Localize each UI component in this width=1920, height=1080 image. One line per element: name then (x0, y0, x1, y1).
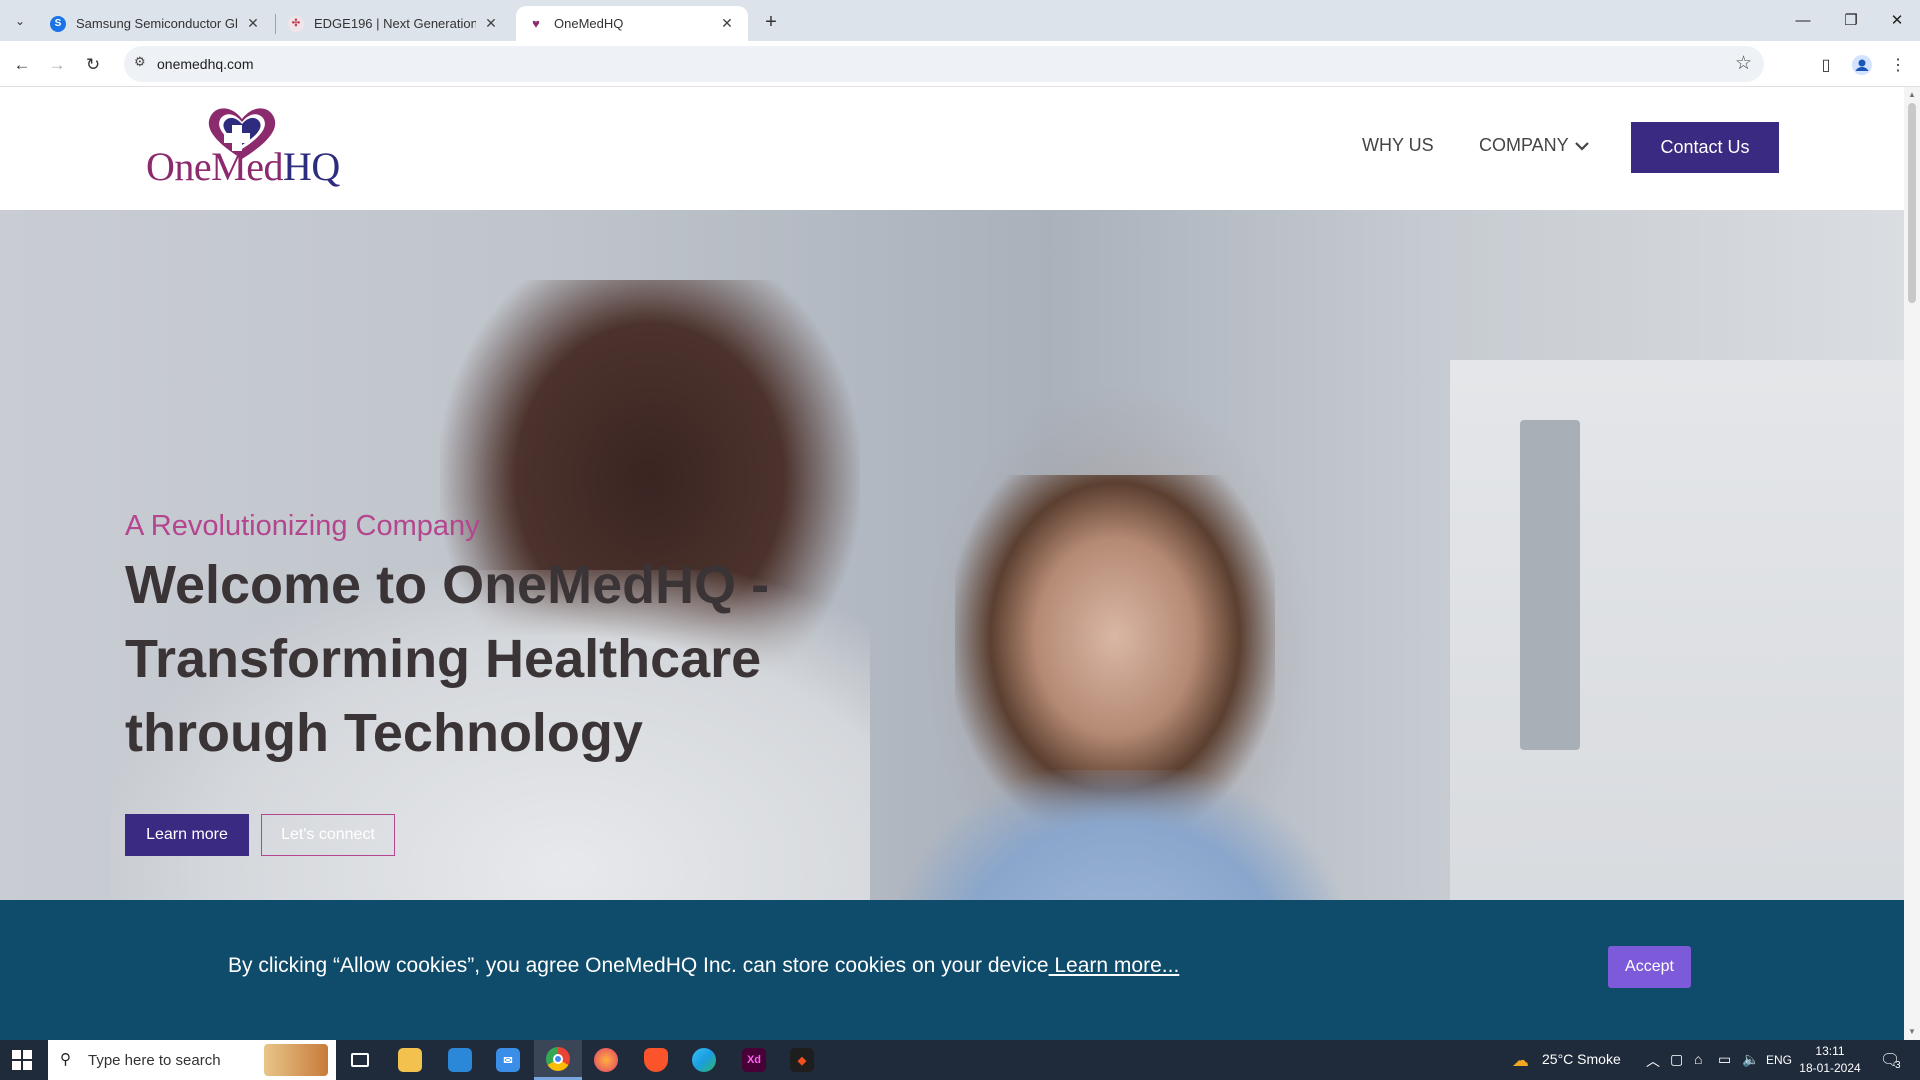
meet-now-icon[interactable]: ▢ (1670, 1051, 1683, 1068)
hero-background-mirror (1520, 420, 1580, 750)
tab-edge196[interactable]: ✣ EDGE196 | Next Generation Opt ✕ (276, 6, 512, 41)
browser-toolbar: ← → ↻ ⚙ onemedhq.com ☆ ▯ ⋮ (0, 41, 1920, 87)
windows-start-icon[interactable] (12, 1050, 32, 1070)
hero-title: Welcome to OneMedHQ - Transforming Healt… (125, 555, 770, 763)
scroll-thumb[interactable] (1908, 103, 1916, 303)
tab-title: EDGE196 | Next Generation Opt (314, 16, 476, 31)
forward-arrow-icon[interactable]: → (43, 51, 71, 79)
contact-us-button[interactable]: Contact Us (1631, 122, 1779, 173)
reload-icon[interactable]: ↻ (79, 51, 107, 79)
close-tab-icon[interactable]: ✕ (482, 15, 500, 32)
site-header: OneMedHQ WHY US COMPANY Contact Us (0, 87, 1904, 210)
cookie-banner: By clicking “Allow cookies”, you agree O… (0, 900, 1904, 1040)
nav-why-us[interactable]: WHY US (1362, 135, 1434, 156)
scroll-down-icon[interactable]: ▼ (1908, 1027, 1916, 1036)
system-clock[interactable]: 13:11 18-01-2024 (1790, 1043, 1870, 1077)
windows-taskbar: ⚲ Type here to search ✉ Xd ◆ ☁ 25°C Smok… (0, 1040, 1920, 1080)
display-icon[interactable]: ▭ (1718, 1051, 1731, 1068)
chrome-icon[interactable] (534, 1040, 582, 1080)
tab-title: Samsung Semiconductor Global (76, 16, 238, 31)
tab-search-chevron-icon[interactable]: ⌄ (8, 9, 32, 33)
weather-icon[interactable]: ☁ (1512, 1051, 1529, 1071)
onemedhq-logo[interactable]: OneMedHQ (146, 105, 340, 195)
search-icon: ⚲ (60, 1051, 71, 1068)
lets-connect-button[interactable]: Let's connect (261, 814, 395, 856)
adobe-xd-icon[interactable]: Xd (730, 1040, 778, 1080)
samsung-favicon-icon: S (50, 15, 66, 32)
figma-icon[interactable]: ◆ (778, 1040, 826, 1080)
bookmark-star-icon[interactable]: ☆ (1735, 52, 1752, 75)
new-tab-plus-icon[interactable]: + (757, 8, 785, 36)
close-window-icon[interactable]: ✕ (1874, 8, 1920, 32)
learn-more-button[interactable]: Learn more (125, 814, 249, 856)
mail-icon[interactable]: ✉ (484, 1040, 532, 1080)
tab-title: OneMedHQ (554, 16, 624, 31)
search-placeholder: Type here to search (88, 1052, 221, 1069)
tab-onemedhq[interactable]: ♥ OneMedHQ ✕ (516, 6, 748, 41)
minimize-icon[interactable]: — (1780, 8, 1826, 32)
clock-time: 13:11 (1815, 1044, 1845, 1058)
address-bar[interactable]: ⚙ onemedhq.com ☆ (124, 46, 1764, 82)
notification-count: 3 (1895, 1060, 1901, 1071)
cookie-message: By clicking “Allow cookies”, you agree O… (228, 954, 1180, 977)
weather-text[interactable]: 25°C Smoke (1542, 1051, 1621, 1067)
firefox-icon[interactable] (582, 1040, 630, 1080)
microsoft-store-icon[interactable] (436, 1040, 484, 1080)
close-tab-icon[interactable]: ✕ (244, 15, 262, 32)
logo-wordmark: OneMedHQ (146, 144, 340, 189)
site-info-icon[interactable]: ⚙ (134, 54, 146, 70)
network-icon[interactable]: ⌂ (1694, 1051, 1702, 1067)
scroll-up-icon[interactable]: ▲ (1908, 90, 1916, 99)
onemedhq-favicon-icon: ♥ (532, 16, 540, 31)
search-highlight-art (264, 1044, 328, 1076)
page-scrollbar[interactable]: ▲ ▼ (1904, 87, 1920, 1040)
chevron-down-icon (1574, 141, 1589, 151)
language-indicator[interactable]: ENG (1766, 1053, 1792, 1067)
back-arrow-icon[interactable]: ← (8, 51, 36, 79)
profile-avatar-icon[interactable] (1848, 51, 1876, 79)
taskbar-search-box[interactable]: ⚲ Type here to search (48, 1040, 336, 1080)
file-explorer-icon[interactable] (386, 1040, 434, 1080)
browser-menu-icon[interactable]: ⋮ (1884, 51, 1912, 79)
accept-cookies-button[interactable]: Accept (1608, 946, 1691, 988)
url-text[interactable]: onemedhq.com (157, 56, 254, 72)
browser-tab-bar: ⌄ S Samsung Semiconductor Global ✕ ✣ EDG… (0, 0, 1920, 41)
edge196-favicon-icon: ✣ (288, 15, 304, 32)
restore-icon[interactable]: ❐ (1828, 8, 1874, 32)
side-panel-icon[interactable]: ▯ (1812, 51, 1840, 79)
tab-samsung[interactable]: S Samsung Semiconductor Global ✕ (38, 6, 274, 41)
hero-subtitle: A Revolutionizing Company (125, 510, 480, 542)
volume-icon[interactable]: 🔈 (1742, 1051, 1759, 1068)
nav-company[interactable]: COMPANY (1479, 135, 1589, 156)
web-page: OneMedHQ WHY US COMPANY Contact Us A Rev… (0, 87, 1904, 1040)
cookie-learn-more-link[interactable]: Learn more... (1049, 954, 1179, 977)
tray-chevron-up-icon[interactable]: ︿ (1646, 1051, 1660, 1071)
brave-icon[interactable] (632, 1040, 680, 1080)
clock-date: 18-01-2024 (1799, 1061, 1861, 1075)
task-view-icon[interactable] (336, 1040, 384, 1080)
close-tab-icon[interactable]: ✕ (718, 15, 736, 32)
edge-icon[interactable] (680, 1040, 728, 1080)
